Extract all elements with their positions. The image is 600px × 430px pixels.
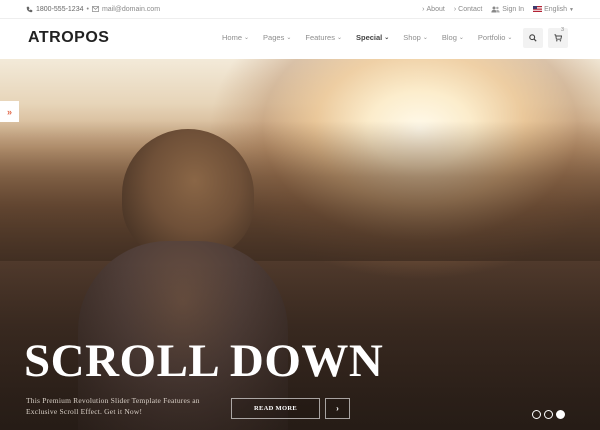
email-address[interactable]: mail@domain.com [102,6,160,13]
chevron-down-icon: ⌄ [336,35,342,41]
about-link[interactable]: › About [422,6,445,13]
read-more-button[interactable]: READ MORE [231,398,320,419]
slide-dot-2[interactable] [544,410,553,419]
side-panel-toggle[interactable]: » [0,101,19,122]
phone-number[interactable]: 1800-555-1234 [36,6,84,13]
chevron-right-icon: › [453,6,457,14]
chevron-down-icon: ⌄ [507,35,513,41]
main-nav: Home ⌄ Pages ⌄ Features ⌄ Special ⌄ Shop ⌄ Bl… [222,33,526,42]
nav-features[interactable]: Features ⌄ [305,33,342,42]
separator: • [86,6,89,14]
language-label: English [544,6,568,14]
nav-shop[interactable]: Shop ⌄ [403,33,428,42]
next-slide-button[interactable]: › [325,398,350,419]
site-logo[interactable]: ATROPOS [28,29,109,47]
nav-special-label: Special [356,33,383,42]
chevron-down-icon: ⌄ [286,35,292,41]
contact-link[interactable]: › Contact [454,6,482,13]
contact-info: 1800-555-1234 • mail@domain.com [26,6,160,13]
nav-pages-label: Pages [263,33,285,42]
top-bar: 1800-555-1234 • mail@domain.com › About … [0,0,600,19]
double-chevron-right-icon: » [6,106,12,117]
search-icon [529,29,537,47]
nav-special[interactable]: Special ⌄ [356,33,389,42]
chevron-right-icon: › [422,6,425,14]
search-button[interactable] [523,28,543,48]
email-icon [91,6,99,13]
top-links: › About › Contact Sign In English ▼ [422,6,574,13]
chevron-down-icon: ⌄ [384,35,390,41]
hero-subtitle: This Premium Revolution Slider Template … [26,396,200,416]
chevron-down-icon: ⌄ [458,35,464,41]
nav-home-label: Home [222,33,243,42]
chevron-right-icon: › [336,404,339,413]
chevron-down-icon: ⌄ [422,35,428,41]
hero-title: SCROLL DOWN [24,335,384,387]
sign-in-label: Sign In [502,6,525,14]
nav-shop-label: Shop [403,33,421,42]
hero-slider: » SCROLL DOWN This Premium Revolution Sl… [0,59,600,430]
main-header: ATROPOS Home ⌄ Pages ⌄ Features ⌄ Special ⌄ … [0,19,600,59]
slide-dot-1[interactable] [532,410,541,419]
about-link-label: About [426,6,445,14]
nav-blog[interactable]: Blog ⌄ [442,33,464,42]
phone-icon [26,6,33,13]
slide-dot-3[interactable] [556,410,565,419]
nav-home[interactable]: Home ⌄ [222,33,249,42]
nav-blog-label: Blog [441,33,457,42]
cart-count-badge: 3 [561,27,565,33]
contact-link-label: Contact [458,6,483,14]
slider-pagination [532,410,565,419]
caret-down-icon: ▼ [569,6,574,13]
cart-button[interactable] [548,28,568,48]
us-flag-icon [533,6,543,13]
language-selector[interactable]: English ▼ [533,6,574,13]
users-icon [491,6,500,13]
chevron-down-icon: ⌄ [244,35,250,41]
nav-features-label: Features [305,33,335,42]
sign-in-link[interactable]: Sign In [491,6,524,13]
nav-portfolio[interactable]: Portfolio ⌄ [478,33,513,42]
nav-pages[interactable]: Pages ⌄ [263,33,291,42]
nav-portfolio-label: Portfolio [477,33,506,42]
